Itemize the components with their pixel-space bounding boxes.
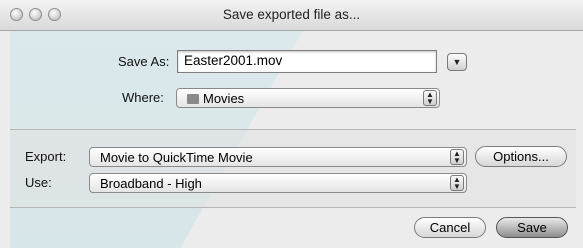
folder-icon [187, 94, 199, 104]
options-button[interactable]: Options... [475, 146, 567, 167]
expand-browser-button[interactable]: ▼ [447, 53, 467, 71]
where-popup[interactable]: Movies ▲ ▼ [176, 88, 440, 108]
window-title: Save exported file as... [222, 7, 361, 22]
background-decoration [10, 0, 320, 248]
use-label: Use: [25, 175, 52, 190]
save-button[interactable]: Save [496, 217, 568, 238]
where-value: Movies [203, 91, 245, 106]
popup-arrows-icon: ▲ ▼ [450, 175, 464, 191]
export-popup[interactable]: Movie to QuickTime Movie ▲ ▼ [89, 147, 467, 167]
export-label: Export: [25, 149, 67, 164]
save-dialog: Save exported file as... Save As: Easter… [0, 0, 583, 248]
save-as-field[interactable]: Easter2001.mov [177, 50, 437, 73]
popup-arrows-icon: ▲ ▼ [423, 90, 437, 106]
title-bar: Save exported file as... [0, 0, 583, 31]
chevron-down-icon: ▼ [452, 57, 462, 67]
export-options-panel [10, 129, 576, 208]
save-as-label: Save As: [118, 54, 170, 69]
cancel-button[interactable]: Cancel [414, 217, 486, 238]
where-label: Where: [122, 90, 164, 105]
popup-arrows-icon: ▲ ▼ [450, 149, 464, 165]
export-value: Movie to QuickTime Movie [100, 150, 253, 165]
use-value: Broadband - High [100, 176, 202, 191]
use-popup[interactable]: Broadband - High ▲ ▼ [89, 173, 467, 193]
